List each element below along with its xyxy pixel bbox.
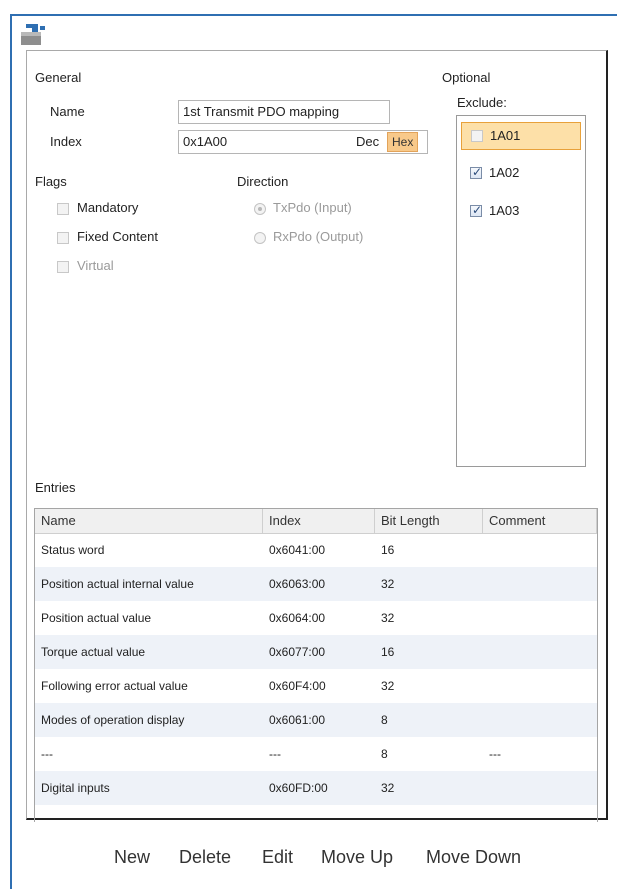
table-cell-comment [483, 771, 597, 805]
table-row[interactable]: --- --- 8 --- [35, 737, 597, 771]
virtual-label: Virtual [77, 258, 114, 273]
rxpdo-label: RxPdo (Output) [273, 229, 364, 244]
dec-toggle[interactable]: Dec [356, 134, 379, 149]
new-button[interactable]: New [114, 847, 150, 868]
exclude-item-label: 1A01 [490, 128, 521, 143]
table-cell-bits: 32 [381, 611, 395, 625]
column-header-comment[interactable]: Comment [483, 509, 597, 533]
table-row[interactable]: Torque actual value 0x6077:00 16 [35, 635, 597, 669]
table-cell-bits: 8 [381, 747, 388, 761]
table-cell-name: --- [41, 747, 53, 761]
table-row[interactable]: Following error actual value 0x60F4:00 32 [35, 669, 597, 703]
table-cell-bits: 16 [381, 543, 395, 557]
table-cell-index: 0x6063:00 [269, 577, 326, 591]
table-cell-comment [483, 703, 597, 737]
hex-toggle[interactable]: Hex [387, 132, 419, 152]
table-cell-bits: 32 [381, 781, 395, 795]
entries-section-label: Entries [35, 480, 76, 495]
exclude-item-label: 1A02 [489, 165, 520, 180]
table-cell-comment [483, 567, 597, 601]
edit-button[interactable]: Edit [262, 847, 293, 868]
table-cell-index: 0x6064:00 [269, 611, 326, 625]
exclude-item-1a01[interactable]: 1A01 [461, 122, 581, 150]
table-cell-bits: 32 [381, 577, 395, 591]
table-cell-index: --- [269, 747, 281, 761]
window-frame-top [10, 14, 617, 16]
table-cell-name: Position actual internal value [41, 577, 194, 591]
table-cell-comment [483, 635, 597, 669]
table-cell-name: Following error actual value [41, 679, 188, 693]
entries-table-body: Status word 0x6041:00 16 Position actual in… [35, 533, 597, 821]
table-cell-index: 0x6061:00 [269, 713, 326, 727]
move-up-button[interactable]: Move Up [321, 847, 393, 868]
entries-table-header: Name Index Bit Length Comment [35, 509, 597, 534]
flags-section-label: Flags [35, 174, 67, 189]
table-cell-comment [483, 601, 597, 635]
exclude-item-label: 1A03 [489, 203, 520, 218]
move-down-button[interactable]: Move Down [426, 847, 521, 868]
txpdo-label: TxPdo (Input) [273, 200, 352, 215]
pdo-plug-icon [21, 24, 45, 45]
table-cell-bits: 8 [381, 713, 388, 727]
txpdo-radio[interactable] [254, 203, 266, 215]
exclude-checkbox-1a01[interactable] [471, 130, 483, 142]
table-row[interactable]: Modes of operation display 0x6061:00 8 [35, 703, 597, 737]
index-label: Index [50, 134, 82, 149]
column-header-index[interactable]: Index [263, 509, 375, 533]
table-cell-name: Modes of operation display [41, 713, 185, 727]
index-value: 0x1A00 [183, 134, 228, 149]
exclude-list[interactable]: 1A01 1A02 1A03 [456, 115, 586, 467]
fixed-content-label: Fixed Content [77, 229, 158, 244]
table-cell-name: Status word [41, 543, 105, 557]
table-row[interactable]: Status word 0x6041:00 16 [35, 533, 597, 567]
exclude-item-1a02[interactable]: 1A02 [461, 160, 581, 188]
name-field[interactable]: 1st Transmit PDO mapping [178, 100, 390, 124]
direction-section-label: Direction [237, 174, 289, 189]
column-header-bit-length[interactable]: Bit Length [375, 509, 483, 533]
table-cell-index: 0x6077:00 [269, 645, 326, 659]
table-cell-comment: --- [489, 747, 501, 761]
entries-table[interactable]: Name Index Bit Length Comment Status wor… [34, 508, 598, 822]
name-label: Name [50, 104, 85, 119]
table-row[interactable]: Digital inputs 0x60FD:00 32 [35, 771, 597, 805]
table-cell-index: 0x60F4:00 [269, 679, 326, 693]
window-frame-left [10, 14, 12, 889]
mandatory-label: Mandatory [77, 200, 139, 215]
virtual-checkbox[interactable] [57, 261, 69, 273]
table-cell-index: 0x6041:00 [269, 543, 326, 557]
table-cell-name: Position actual value [41, 611, 152, 625]
exclude-checkbox-1a03[interactable] [470, 203, 482, 217]
exclude-item-1a03[interactable]: 1A03 [461, 198, 581, 226]
delete-button[interactable]: Delete [179, 847, 231, 868]
table-cell-name: Torque actual value [41, 645, 146, 659]
table-cell-index: 0x60FD:00 [269, 781, 328, 795]
table-row[interactable]: Position actual internal value 0x6063:00 3… [35, 567, 597, 601]
fixed-content-checkbox[interactable] [57, 232, 69, 244]
mandatory-checkbox[interactable] [57, 203, 69, 215]
table-cell-bits: 32 [381, 679, 395, 693]
table-cell-comment [483, 533, 597, 567]
table-cell-comment [483, 669, 597, 703]
general-section-label: General [35, 70, 82, 85]
rxpdo-radio[interactable] [254, 232, 266, 244]
table-cell-bits: 16 [381, 645, 395, 659]
exclude-checkbox-1a02[interactable] [470, 165, 482, 179]
table-cell-name: Digital inputs [41, 781, 110, 795]
optional-section-label: Optional [442, 70, 491, 85]
exclude-label: Exclude: [457, 95, 507, 110]
column-header-name[interactable]: Name [35, 509, 263, 533]
table-row[interactable]: Position actual value 0x6064:00 32 [35, 601, 597, 635]
